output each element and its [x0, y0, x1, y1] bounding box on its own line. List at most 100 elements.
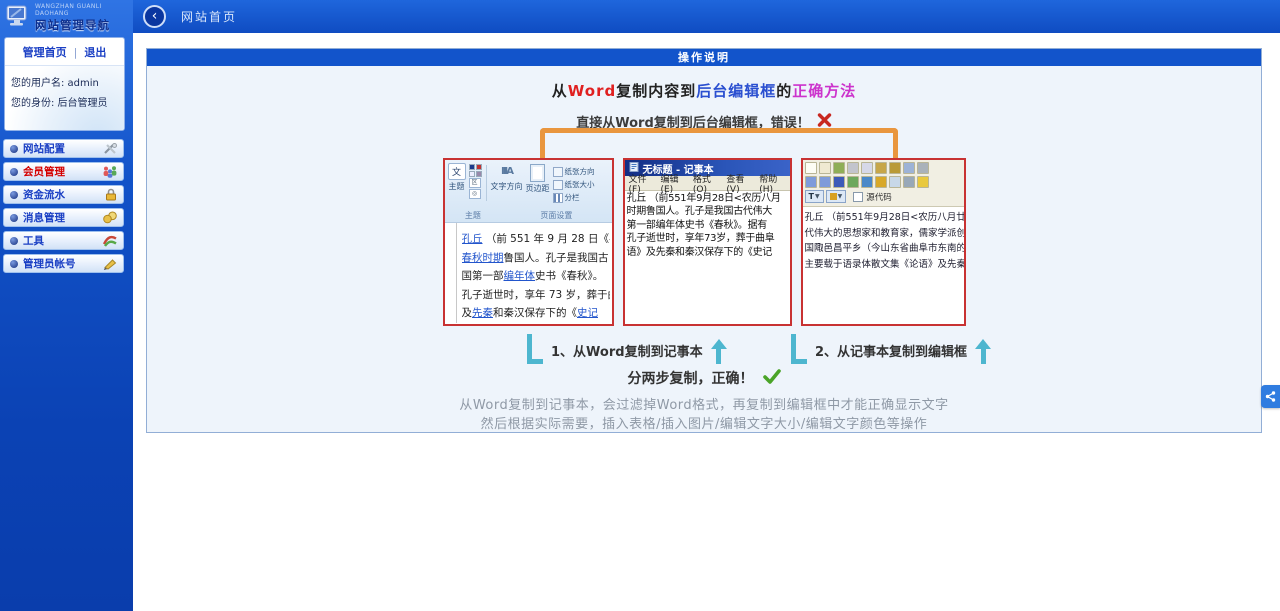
topbar: ‹ 网站首页: [133, 0, 1280, 33]
color-dropdown: ▼: [826, 190, 847, 203]
admin-home-link[interactable]: 管理首页: [23, 44, 67, 60]
sidebar-item-message-management[interactable]: 消息管理: [3, 208, 124, 227]
tab-site-home[interactable]: 网站首页: [181, 8, 237, 25]
back-arrow-icon: ‹: [152, 9, 158, 23]
ribbon-group-labels: 主题 页面设置: [445, 210, 612, 221]
instruction-panel: 操作说明 从Word复制内容到后台编辑框的正确方法 直接从Word复制到后台编辑…: [146, 48, 1262, 433]
title-segment: 从: [552, 82, 568, 100]
new-icon: [805, 162, 817, 174]
sidebar-item-label: 消息管理: [23, 210, 65, 225]
sidebar-item-fund-flow[interactable]: 资金流水: [3, 185, 124, 204]
notepad-line: 时期鲁国人。孔子是我国古代伟大: [627, 205, 789, 218]
word-doc-line: 国第一部编年体史书《春秋》。: [462, 267, 610, 286]
title-segment: 后台编辑框: [696, 82, 776, 100]
role-line: 您的身份: 后台管理员: [11, 94, 118, 114]
sidebar-item-admin-account[interactable]: 管理员帐号: [3, 254, 124, 273]
notepad-line: 第一部编年体史书《春秋》。据有: [627, 219, 789, 232]
word-doc-link: 孔丘: [462, 233, 483, 245]
step1: 1、从Word复制到记事本: [527, 334, 727, 364]
word-doc-text: 国第一部: [462, 270, 504, 282]
message-icon: [102, 211, 118, 224]
bullet-icon: [10, 145, 18, 153]
word-ribbon: 文 主题 区 ◎: [445, 160, 612, 223]
bullet-icon: [10, 260, 18, 268]
username-line: 您的用户名: admin: [11, 74, 118, 94]
editor-line: 代伟大的思想家和教育家，儒家学派创始人，: [805, 226, 962, 242]
paper-orientation-button: 纸张方向: [553, 166, 595, 177]
user-links: 管理首页 | 退出: [5, 38, 124, 66]
margins-icon: [530, 164, 545, 182]
step2-label: 2、从记事本复制到编辑框: [815, 341, 967, 364]
logout-link[interactable]: 退出: [84, 44, 106, 60]
word-doc-link: 春秋时期: [462, 252, 504, 264]
editor-line: 国陬邑昌平乡（今山东省曲阜市东南的南辛镇: [805, 241, 962, 257]
flash-icon: [875, 176, 887, 188]
text-direction-button: IIIA 文字方向: [491, 164, 523, 192]
screenshots-row: 文 主题 区 ◎: [147, 158, 1261, 326]
bullet-icon: [10, 191, 18, 199]
editor-text: 孔丘 （前551年9月28日<农历八月廿七>~~前代伟大的思想家和教育家，儒家学…: [803, 207, 964, 275]
sidebar-item-member-management[interactable]: 会员管理: [3, 162, 124, 181]
word-doc-text: 和秦汉保存下的《: [493, 307, 577, 319]
print-icon: [917, 162, 929, 174]
notepad-text: 孔丘 （前551年9月28日<农历八月时期鲁国人。孔子是我国古代伟大第一部编年体…: [625, 191, 790, 259]
word-document-text: 孔丘 （前 551 年 9 月 28 日《农春秋时期鲁国人。孔子是我国古国第一部…: [445, 223, 612, 323]
panel-header-title: 操作说明: [147, 49, 1261, 66]
sidebar-menu: 网站配置会员管理资金流水消息管理工具管理员帐号: [0, 137, 133, 273]
table-icon: [889, 176, 901, 188]
sidebar-item-label: 网站配置: [23, 141, 65, 156]
theme-effects-icon: ◎: [469, 189, 481, 199]
paper-size-button: 纸张大小: [553, 179, 595, 190]
word-doc-text: 及: [462, 307, 473, 319]
source-code-toggle: 源代码: [853, 191, 892, 203]
sidebar-item-tools[interactable]: 工具: [3, 231, 124, 250]
user-box: 管理首页 | 退出 您的用户名: admin 您的身份: 后台管理员: [4, 37, 125, 131]
step1-up-arrow-icon: [711, 339, 727, 364]
hyperlink-icon: [861, 176, 873, 188]
back-button[interactable]: ‹: [143, 5, 166, 28]
wrong-copy-arrow: [540, 128, 898, 158]
note-line-2: 然后根据实际需要，插入表格/插入图片/编辑文字大小/编辑文字颜色等操作: [147, 413, 1261, 432]
paste-special-icon: [889, 162, 901, 174]
editor-screenshot: T▼ ▼ 源代码 孔丘 （前551年9月28日<农历八月廿七>~~前代伟大的思想…: [801, 158, 966, 326]
format-dropdown: T▼: [805, 190, 824, 203]
editor-line: 主要载于语录体散文集《论语》及先秦和秦汉: [805, 257, 962, 273]
title-segment: 复制内容到: [616, 82, 696, 100]
notepad-line: 孔子逝世时，享年73岁，葬于曲阜: [627, 232, 789, 245]
sidebar-item-site-config[interactable]: 网站配置: [3, 139, 124, 158]
bullet-icon: [10, 237, 18, 245]
editor-line: 孔丘 （前551年9月28日<农历八月廿七>~~前: [805, 210, 962, 226]
floating-widget-button[interactable]: [1261, 385, 1280, 408]
user-info: 您的用户名: admin 您的身份: 后台管理员: [5, 66, 124, 130]
cut-icon: [847, 162, 859, 174]
checkbox-icon: [853, 192, 863, 202]
template-icon: [833, 162, 845, 174]
logo-title: 网站管理导航: [35, 17, 131, 33]
columns-button: 分栏: [553, 192, 595, 203]
step2: 2、从记事本复制到编辑框: [791, 334, 991, 364]
horizontal-rule-icon: [903, 176, 915, 188]
logo: WANGZHAN GUANLI DAOHANG 网站管理导航: [0, 0, 133, 35]
notepad-menubar: 文件(F)编辑(E)格式(O)查看(V)帮助(H): [625, 176, 790, 191]
title-segment: Word: [568, 82, 616, 100]
sidebar-item-label: 资金流水: [23, 187, 65, 202]
word-paste-icon: [903, 162, 915, 174]
wrench-icon: [102, 234, 118, 247]
emoticon-icon: [917, 176, 929, 188]
word-doc-line: 及先秦和秦汉保存下的《史记: [462, 304, 610, 323]
preview-icon: [819, 162, 831, 174]
editor-toolbar: T▼ ▼ 源代码: [803, 160, 964, 207]
panel-body: 从Word复制内容到后台编辑框的正确方法 直接从Word复制到后台编辑框，错误！: [147, 66, 1261, 432]
step2-up-arrow-icon: [975, 339, 991, 364]
lock-icon: [104, 188, 118, 201]
correct-method-line: 分两步复制，正确！: [147, 368, 1261, 388]
theme-color-swatches: 区 ◎: [469, 164, 482, 199]
anchor-icon: [833, 176, 845, 188]
step2-bracket-icon: [791, 334, 807, 364]
page-title: 从Word复制内容到后台编辑框的正确方法: [147, 80, 1261, 101]
step1-label: 1、从Word复制到记事本: [551, 341, 703, 364]
theme-fonts-icon: 区: [469, 178, 481, 188]
title-segment: 正确方法: [792, 82, 856, 100]
pen-icon: [102, 257, 118, 270]
sidebar: WANGZHAN GUANLI DAOHANG 网站管理导航 管理首页 | 退出…: [0, 0, 133, 611]
